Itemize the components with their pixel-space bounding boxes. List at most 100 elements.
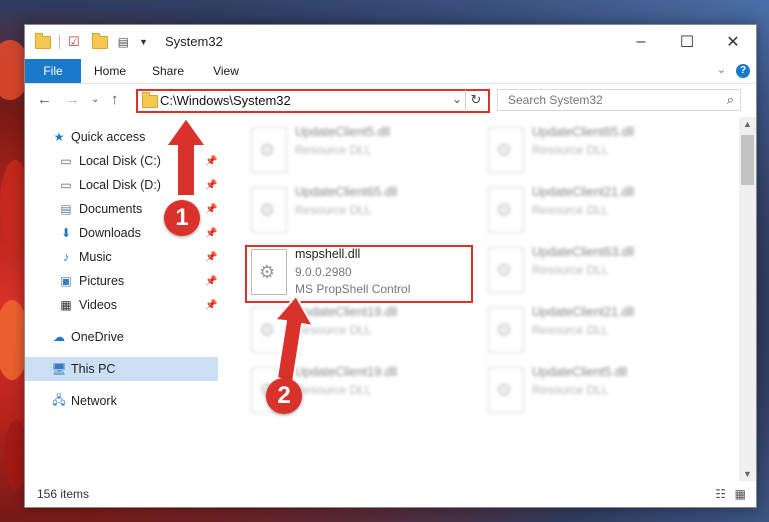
navigation-pane: ★ Quick access ▭ Local Disk (C:) 📌 ▭ Loc… (25, 117, 218, 481)
search-box[interactable]: ⌕ (497, 89, 741, 111)
properties-icon[interactable]: ☑ (68, 34, 80, 50)
videos-icon: ▦ (60, 298, 72, 312)
details-view-icon[interactable]: ☷ (715, 487, 726, 501)
dll-file-icon (488, 187, 524, 233)
sidebar-item-network[interactable]: 🖧 Network (25, 389, 218, 413)
file-description: Resource DLL (532, 383, 609, 397)
forward-arrow-icon[interactable]: → (65, 91, 80, 108)
sidebar-item-pictures[interactable]: ▣ Pictures 📌 (25, 269, 218, 293)
file-tile[interactable]: UpdateClient65.dll Resource DLL (488, 125, 708, 183)
folder-icon (142, 92, 158, 108)
sidebar-item-label: Pictures (79, 274, 125, 288)
tab-view[interactable]: View (203, 59, 249, 83)
address-dropdown-icon[interactable]: ⌄ (452, 92, 462, 106)
up-arrow-icon[interactable]: ↑ (111, 91, 119, 108)
step-1-badge: 1 (164, 200, 200, 236)
folder-icon[interactable] (35, 32, 51, 49)
drive-icon: ▭ (60, 178, 72, 192)
sidebar-item-music[interactable]: ♪ Music 📌 (25, 245, 218, 269)
sidebar-item-label: Videos (79, 298, 117, 312)
highlight-box (245, 245, 473, 303)
file-name: UpdateClient65.dll (295, 185, 398, 199)
file-name: UpdateClient21.dll (532, 185, 635, 199)
address-path: C:\Windows\System32 (160, 93, 291, 108)
network-icon: 🖧 (52, 392, 66, 407)
tab-share[interactable]: Share (145, 59, 191, 83)
search-input[interactable] (506, 92, 710, 108)
window-title: System32 (165, 34, 223, 49)
scroll-up-icon[interactable]: ▲ (739, 119, 756, 129)
vertical-scrollbar[interactable]: ▲ ▼ (739, 117, 756, 481)
file-name: UpdateClient65.dll (532, 125, 635, 139)
pin-icon[interactable]: 📌 (205, 180, 217, 191)
sidebar-item-this-pc[interactable]: 🖥 This PC (25, 357, 218, 381)
file-description: Resource DLL (532, 203, 609, 217)
item-count: 156 items (37, 487, 90, 501)
sidebar-item-label: Music (79, 250, 112, 264)
dll-file-icon (488, 367, 524, 413)
sidebar-item-local-disk-c[interactable]: ▭ Local Disk (C:) 📌 (25, 149, 218, 173)
ribbon-tabs: File Home Share View ⌄ ? (25, 59, 756, 84)
file-name: UpdateClient5.dll (295, 125, 391, 139)
collapse-ribbon-icon[interactable]: ⌄ (717, 63, 726, 76)
title-bar: ☑ ▤ ▼ System32 – ☐ ✕ (25, 25, 756, 59)
dll-file-icon (488, 247, 524, 293)
cloud-icon: ☁ (53, 330, 65, 344)
tab-file[interactable]: File (25, 59, 81, 83)
help-icon[interactable]: ? (736, 64, 750, 78)
maximize-button[interactable]: ☐ (664, 25, 710, 59)
file-tile[interactable]: UpdateClient5.dll Resource DLL (488, 365, 708, 423)
file-tile[interactable]: UpdateClient21.dll Resource DLL (488, 185, 708, 243)
documents-icon: ▤ (60, 202, 72, 216)
quick-access-toolbar: ☑ ▤ ▼ (35, 32, 148, 50)
file-name: UpdateClient19.dll (295, 365, 398, 379)
pin-icon[interactable]: 📌 (205, 228, 217, 239)
dll-file-icon (251, 127, 287, 173)
file-tile[interactable]: UpdateClient63.dll Resource DLL (488, 245, 708, 303)
file-tile[interactable]: UpdateClient5.dll Resource DLL (251, 125, 471, 183)
sidebar-item-label: Quick access (71, 130, 146, 144)
pin-icon[interactable]: 📌 (205, 156, 217, 167)
navigation-bar: ← → ⌄ ↑ C:\Windows\System32 ⌄ ↻ ⌕ (25, 83, 756, 117)
file-tile[interactable]: UpdateClient21.dll Resource DLL (488, 305, 708, 363)
file-tile[interactable]: UpdateClient65.dll Resource DLL (251, 185, 471, 243)
search-icon[interactable]: ⌕ (727, 92, 734, 108)
pin-icon[interactable]: 📌 (205, 252, 217, 263)
sidebar-item-label: OneDrive (71, 330, 124, 344)
sidebar-item-label: Local Disk (D:) (79, 178, 161, 192)
dll-file-icon (251, 307, 287, 353)
download-icon: ⬇ (60, 226, 72, 240)
close-button[interactable]: ✕ (710, 25, 756, 59)
new-folder-icon[interactable] (91, 32, 108, 49)
back-arrow-icon[interactable]: ← (37, 91, 52, 108)
scroll-thumb[interactable] (741, 135, 754, 185)
tab-home[interactable]: Home (87, 59, 133, 83)
sidebar-item-quick-access[interactable]: ★ Quick access (25, 125, 218, 149)
dll-file-icon (488, 127, 524, 173)
recent-locations-icon[interactable]: ⌄ (91, 94, 99, 105)
sidebar-item-videos[interactable]: ▦ Videos 📌 (25, 293, 218, 317)
music-icon: ♪ (63, 250, 69, 264)
file-description: Resource DLL (295, 323, 372, 337)
sidebar-item-local-disk-d[interactable]: ▭ Local Disk (D:) 📌 (25, 173, 218, 197)
pin-icon[interactable]: 📌 (205, 276, 217, 287)
rename-icon[interactable]: ▤ (118, 35, 129, 49)
file-description: Resource DLL (295, 143, 372, 157)
file-tile[interactable]: UpdateClient19.dll Resource DLL (251, 305, 471, 363)
address-bar[interactable]: C:\Windows\System32 ⌄ ↻ (136, 89, 490, 113)
sidebar-item-label: This PC (71, 362, 116, 376)
minimize-button[interactable]: – (618, 25, 664, 59)
file-explorer-window: ☑ ▤ ▼ System32 – ☐ ✕ File Home Share Vie… (24, 24, 757, 508)
file-name: UpdateClient5.dll (532, 365, 628, 379)
customize-dropdown-icon[interactable]: ▼ (139, 37, 148, 47)
file-name: UpdateClient19.dll (295, 305, 398, 319)
pin-icon[interactable]: 📌 (205, 300, 217, 311)
refresh-icon[interactable]: ↻ (465, 90, 486, 110)
file-description: Resource DLL (532, 143, 609, 157)
sidebar-item-onedrive[interactable]: ☁ OneDrive (25, 325, 218, 349)
scroll-down-icon[interactable]: ▼ (739, 469, 756, 479)
file-description: Resource DLL (532, 263, 609, 277)
pin-icon[interactable]: 📌 (205, 204, 217, 215)
tiles-view-icon[interactable]: ▦ (735, 487, 746, 501)
sidebar-item-label: Local Disk (C:) (79, 154, 161, 168)
